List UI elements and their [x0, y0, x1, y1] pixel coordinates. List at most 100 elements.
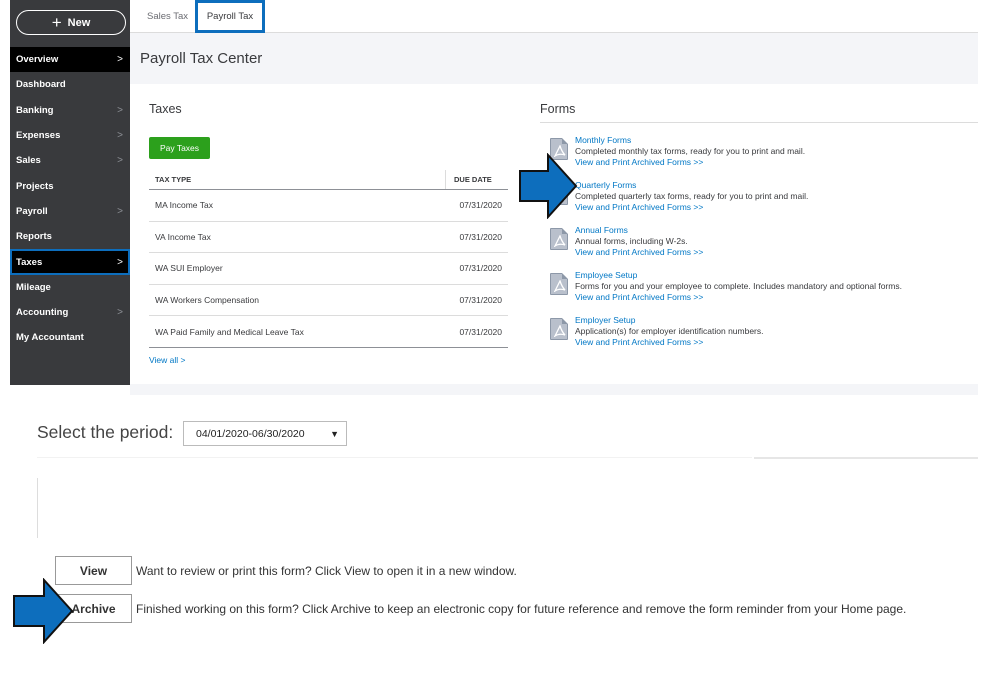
view-description: Want to review or print this form? Click…	[136, 564, 517, 578]
new-button[interactable]: + New	[16, 10, 126, 35]
sidebar-item-expenses[interactable]: Expenses >	[10, 123, 130, 148]
form-description: Application(s) for employer identificati…	[575, 326, 764, 336]
panel-footer-band	[130, 384, 978, 395]
sidebar-item-taxes[interactable]: Taxes >	[10, 249, 130, 275]
due-date-cell: 07/31/2020	[459, 263, 502, 274]
archived-forms-link[interactable]: View and Print Archived Forms >>	[575, 157, 805, 168]
tab-bar: Sales Tax Payroll Tax	[130, 0, 978, 33]
tax-type-cell: MA Income Tax	[155, 200, 213, 211]
form-name-link[interactable]: Annual Forms	[575, 225, 703, 236]
sidebar-item-payroll[interactable]: Payroll >	[10, 199, 130, 224]
tab-sales-tax[interactable]: Sales Tax	[140, 0, 195, 33]
archived-forms-link[interactable]: View and Print Archived Forms >>	[575, 247, 703, 258]
sidebar-nav: Overview > Dashboard Banking > Expenses > S…	[10, 47, 130, 351]
due-date-cell: 07/31/2020	[459, 200, 502, 211]
form-name-link[interactable]: Quarterly Forms	[575, 180, 808, 191]
period-label: Select the period:	[37, 422, 174, 442]
form-item-monthly: Monthly Forms Completed monthly tax form…	[550, 135, 970, 175]
chevron-right-icon: >	[117, 54, 123, 66]
table-row[interactable]: VA Income Tax 07/31/2020	[149, 222, 508, 254]
forms-divider	[540, 122, 978, 123]
due-date-cell: 07/31/2020	[459, 295, 502, 306]
tax-type-cell: WA SUI Employer	[155, 263, 223, 274]
sidebar-item-label: Accounting	[16, 307, 69, 319]
tax-type-cell: VA Income Tax	[155, 231, 211, 242]
chevron-right-icon: >	[117, 307, 123, 319]
sidebar-item-projects[interactable]: Projects	[10, 173, 130, 198]
sidebar-item-sales[interactable]: Sales >	[10, 148, 130, 173]
form-item-employee-setup: Employee Setup Forms for you and your em…	[550, 270, 970, 310]
forms-heading: Forms	[540, 102, 576, 116]
arrow-right-icon	[519, 153, 578, 219]
column-header-tax-type[interactable]: TAX TYPE	[149, 170, 446, 189]
sidebar-item-accounting[interactable]: Accounting >	[10, 300, 130, 325]
sidebar-item-label: My Accountant	[16, 332, 84, 344]
due-date-cell: 07/31/2020	[459, 231, 502, 242]
archived-forms-link[interactable]: View and Print Archived Forms >>	[575, 337, 764, 348]
divider	[37, 457, 752, 458]
table-row[interactable]: MA Income Tax 07/31/2020	[149, 190, 508, 222]
dropdown-caret-icon: ▼	[330, 429, 339, 439]
view-all-link[interactable]: View all >	[149, 355, 185, 365]
form-description: Completed quarterly tax forms, ready for…	[575, 191, 809, 201]
sidebar-item-label: Reports	[16, 231, 52, 243]
chevron-right-icon: >	[117, 205, 123, 217]
archived-forms-link[interactable]: View and Print Archived Forms >>	[575, 202, 808, 213]
sidebar-item-label: Overview	[16, 54, 59, 66]
form-name-link[interactable]: Monthly Forms	[575, 135, 805, 146]
sidebar-item-dashboard[interactable]: Dashboard	[10, 72, 130, 97]
divider	[754, 457, 978, 459]
tab-payroll-tax[interactable]: Payroll Tax	[195, 0, 265, 33]
sidebar-item-my-accountant[interactable]: My Accountant	[10, 325, 130, 350]
sidebar-item-label: Payroll	[16, 205, 48, 217]
sidebar-item-mileage[interactable]: Mileage	[10, 275, 130, 300]
form-description: Annual forms, including W-2s.	[575, 236, 688, 246]
new-button-label: New	[67, 16, 91, 29]
form-name-link[interactable]: Employee Setup	[575, 270, 902, 281]
archived-forms-link[interactable]: View and Print Archived Forms >>	[575, 292, 902, 303]
due-date-cell: 07/31/2020	[459, 326, 502, 337]
sidebar-item-label: Expenses	[16, 130, 61, 142]
sidebar-item-label: Dashboard	[16, 79, 66, 91]
table-header: TAX TYPE DUE DATE	[149, 170, 508, 190]
pdf-icon	[550, 228, 568, 250]
period-select[interactable]: 04/01/2020-06/30/2020 ▼	[183, 421, 347, 446]
chevron-right-icon: >	[117, 155, 123, 167]
form-item-quarterly: Quarterly Forms Completed quarterly tax …	[550, 180, 970, 220]
tax-type-cell: WA Workers Compensation	[155, 295, 259, 306]
pdf-icon	[550, 318, 568, 340]
sidebar-item-label: Taxes	[16, 256, 43, 268]
table-row[interactable]: WA Workers Compensation 07/31/2020	[149, 285, 508, 317]
plus-icon: +	[51, 13, 62, 32]
form-description: Forms for you and your employee to compl…	[575, 281, 902, 291]
sidebar-item-label: Sales	[16, 155, 41, 167]
column-header-due-date[interactable]: DUE DATE	[446, 170, 508, 189]
period-select-value: 04/01/2020-06/30/2020	[196, 427, 305, 440]
page-title: Payroll Tax Center	[140, 50, 263, 67]
table-row[interactable]: WA Paid Family and Medical Leave Tax 07/3…	[149, 316, 508, 348]
sidebar-item-label: Projects	[16, 180, 54, 192]
left-sidebar: + New Overview > Dashboard Banking > Expen…	[10, 0, 130, 385]
sidebar-item-banking[interactable]: Banking >	[10, 98, 130, 123]
divider	[37, 478, 38, 538]
pay-taxes-button[interactable]: Pay Taxes	[149, 137, 210, 159]
form-description: Completed monthly tax forms, ready for y…	[575, 146, 806, 156]
payroll-tax-content: Taxes Pay Taxes TAX TYPE DUE DATE MA Inc…	[130, 84, 978, 384]
taxes-table: TAX TYPE DUE DATE MA Income Tax 07/31/202…	[149, 170, 508, 348]
sidebar-item-overview[interactable]: Overview >	[10, 47, 130, 73]
tax-type-cell: WA Paid Family and Medical Leave Tax	[155, 326, 304, 337]
form-name-link[interactable]: Employer Setup	[575, 315, 764, 326]
archive-description: Finished working on this form? Click Arc…	[136, 602, 907, 616]
sidebar-item-label: Banking	[16, 104, 54, 116]
form-item-employer-setup: Employer Setup Application(s) for employ…	[550, 315, 970, 355]
sidebar-item-label: Mileage	[16, 281, 51, 293]
sidebar-item-reports[interactable]: Reports	[10, 224, 130, 249]
arrow-right-icon	[13, 578, 74, 644]
taxes-heading: Taxes	[149, 102, 182, 116]
chevron-right-icon: >	[117, 104, 123, 116]
chevron-right-icon: >	[117, 130, 123, 142]
form-item-annual: Annual Forms Annual forms, including W-2…	[550, 225, 970, 265]
pdf-icon	[550, 273, 568, 295]
table-row[interactable]: WA SUI Employer 07/31/2020	[149, 253, 508, 285]
chevron-right-icon: >	[117, 256, 123, 268]
